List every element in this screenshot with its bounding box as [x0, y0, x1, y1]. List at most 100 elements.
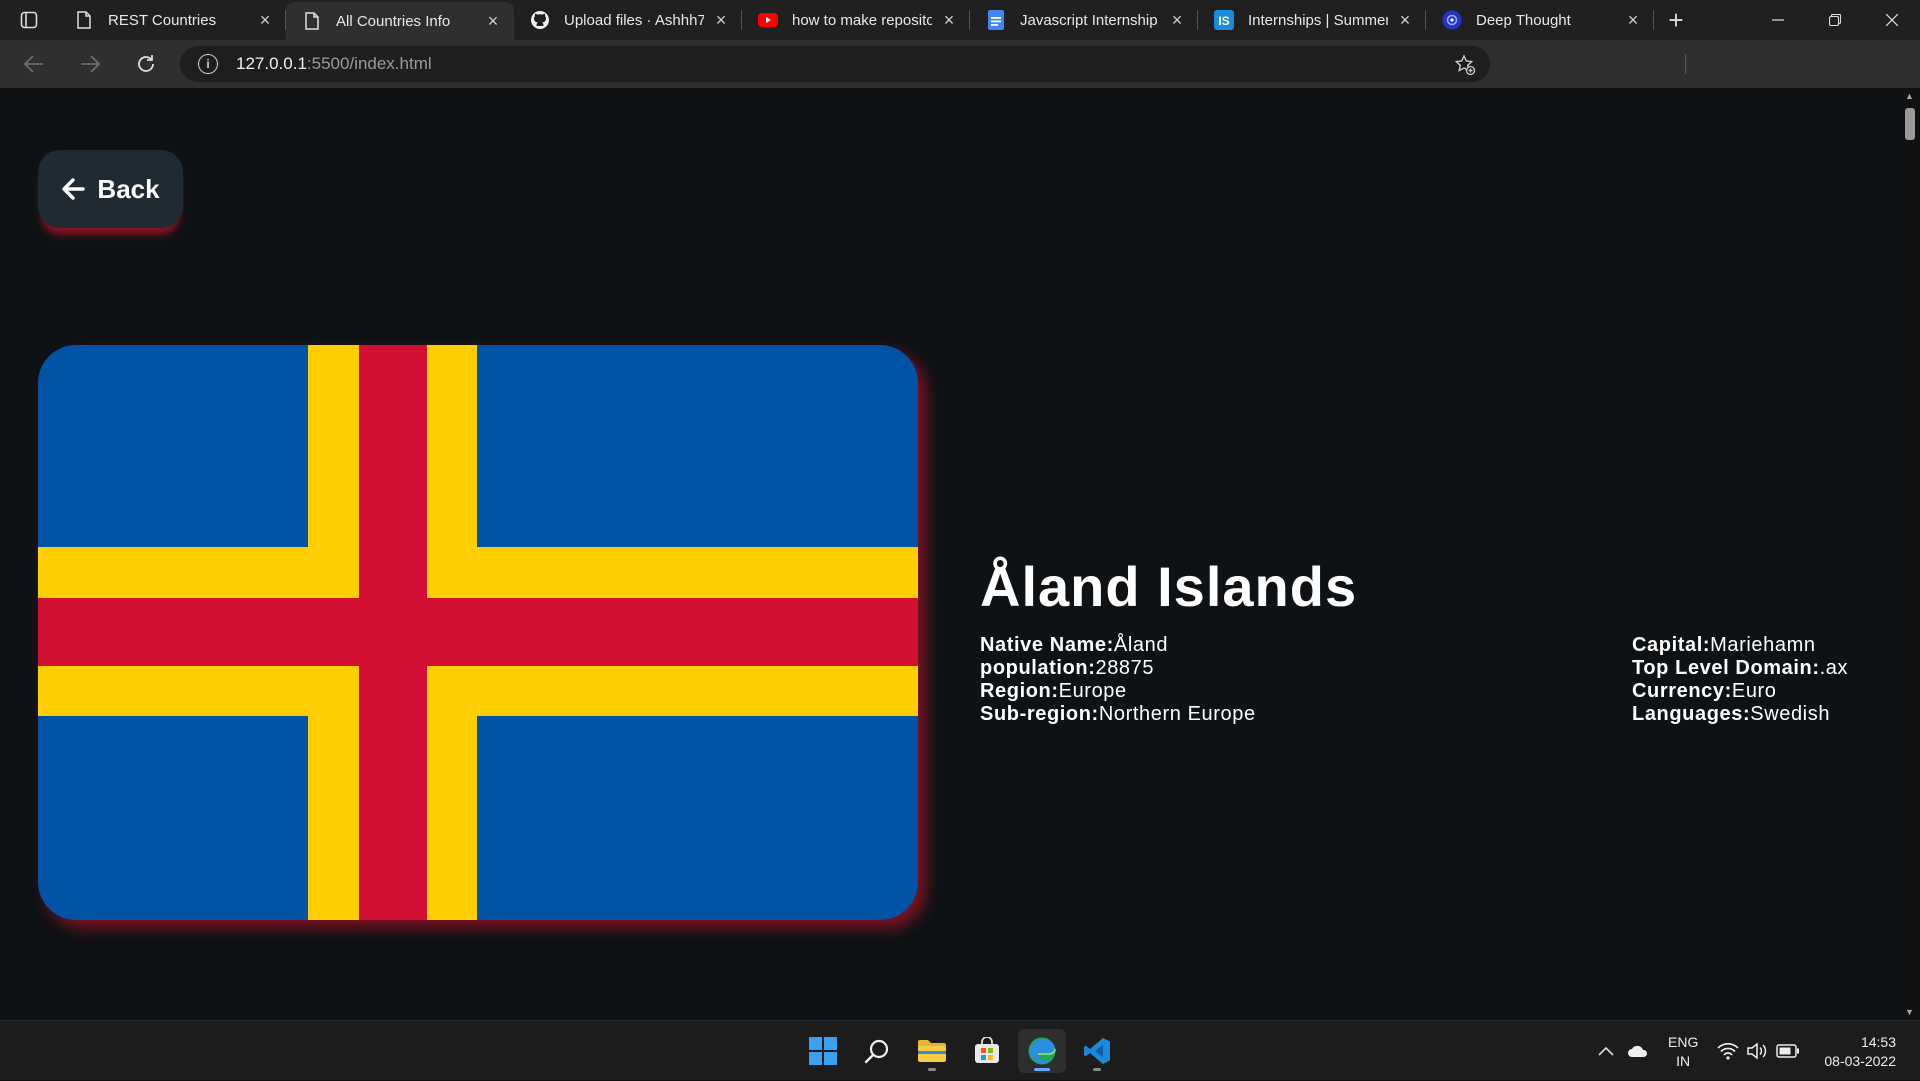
close-tab-icon[interactable]: × — [1396, 10, 1414, 30]
deep-thought-icon — [1442, 10, 1462, 30]
vscode-icon — [1084, 1038, 1110, 1064]
tab-rest-countries[interactable]: REST Countries × — [58, 0, 286, 40]
detail-region: Region:Europe — [980, 680, 1127, 702]
edge-button[interactable] — [1018, 1029, 1066, 1073]
toolbar-separator — [1685, 54, 1686, 74]
tab-title: Internships | Summer — [1248, 11, 1388, 29]
url-host: 127.0.0.1 — [236, 54, 307, 73]
tab-title: All Countries Info — [336, 12, 451, 30]
detail-languages: Languages:Swedish — [1632, 703, 1831, 725]
details-left: Native Name:Åland population:28875 Regio… — [980, 634, 1256, 726]
clock-time: 14:53 — [1860, 1034, 1896, 1050]
tab-all-countries-info[interactable]: All Countries Info × — [286, 2, 514, 40]
minimize-button[interactable] — [1749, 0, 1806, 40]
refresh-icon — [138, 55, 154, 72]
detail-native-name: Native Name:Åland — [980, 634, 1169, 656]
flag-cross-red-horizontal — [38, 598, 918, 666]
detail-top-level-domain: Top Level Domain:.ax — [1632, 657, 1849, 679]
tab-title: Javascript Internship F — [1020, 11, 1160, 29]
scroll-up-icon[interactable]: ▲ — [1905, 91, 1914, 101]
tab-youtube[interactable]: how to make repository × — [742, 0, 970, 40]
store-icon — [975, 1037, 999, 1063]
detail-population: population:28875 — [980, 657, 1155, 679]
back-button[interactable]: Back — [38, 150, 183, 228]
running-indicator — [1034, 1068, 1050, 1071]
tab-actions-icon — [20, 11, 38, 29]
refresh-button[interactable] — [118, 40, 174, 88]
close-tab-icon[interactable]: × — [1168, 10, 1186, 30]
tab-actions-button[interactable] — [0, 0, 58, 40]
back-nav-button[interactable] — [6, 40, 62, 88]
svg-text:IS: IS — [1218, 14, 1229, 28]
start-button[interactable] — [799, 1029, 847, 1073]
youtube-icon — [758, 10, 778, 30]
new-tab-button[interactable]: + — [1654, 0, 1698, 40]
tab-internships[interactable]: IS Internships | Summer × — [1198, 0, 1426, 40]
language-label: ENG — [1668, 1034, 1699, 1050]
clock[interactable]: 14:53 08-03-2022 — [1824, 1033, 1896, 1071]
scroll-down-icon[interactable]: ▼ — [1905, 1007, 1914, 1017]
arrow-right-icon — [81, 55, 100, 73]
detail-currency: Currency:Euro — [1632, 680, 1777, 702]
detail-capital: Capital:Mariehamn — [1632, 634, 1816, 656]
tab-upload-files[interactable]: Upload files · Ashhh75 × — [514, 0, 742, 40]
tab-title: how to make repository — [792, 11, 932, 29]
scrollbar-thumb[interactable] — [1905, 108, 1915, 140]
search-button[interactable] — [853, 1029, 901, 1073]
volume-icon[interactable] — [1746, 1021, 1768, 1081]
tab-title: Deep Thought — [1476, 11, 1571, 29]
running-indicator — [928, 1068, 936, 1071]
country-name: Åland Islands — [980, 555, 1358, 618]
taskbar: ENG IN 14:53 08-03-2022 — [0, 1020, 1920, 1080]
google-docs-icon — [986, 10, 1006, 30]
running-indicator — [1093, 1068, 1101, 1071]
restore-icon — [1828, 14, 1841, 26]
onedrive-icon[interactable] — [1627, 1021, 1649, 1081]
tab-title: REST Countries — [108, 11, 217, 29]
tab-deep-thought[interactable]: Deep Thought × — [1426, 0, 1654, 40]
country-flag — [38, 345, 918, 920]
tab-strip: REST Countries × All Countries Info × Up… — [0, 0, 1920, 40]
minimize-icon — [1771, 19, 1784, 21]
close-tab-icon[interactable]: × — [940, 10, 958, 30]
battery-icon[interactable] — [1776, 1021, 1800, 1081]
url-path: :5500/index.html — [306, 54, 432, 73]
vscode-button[interactable] — [1073, 1029, 1121, 1073]
site-info-icon[interactable]: i — [198, 54, 218, 74]
close-tab-icon[interactable]: × — [1624, 10, 1642, 30]
folder-icon — [918, 1040, 946, 1062]
chevron-up-icon — [1598, 1046, 1614, 1056]
tab-separator — [1653, 10, 1654, 30]
wifi-icon[interactable] — [1717, 1021, 1739, 1081]
internshala-icon: IS — [1214, 10, 1234, 30]
region-label: IN — [1676, 1053, 1691, 1069]
close-tab-icon[interactable]: × — [712, 10, 730, 30]
back-button-label: Back — [97, 173, 160, 204]
github-icon — [530, 10, 550, 30]
details-right: Capital:Mariehamn Top Level Domain:.ax C… — [1632, 634, 1848, 726]
page-icon — [302, 11, 322, 31]
clock-date: 08-03-2022 — [1824, 1053, 1896, 1069]
search-icon — [864, 1039, 889, 1064]
show-hidden-icons-button[interactable] — [1598, 1021, 1614, 1081]
close-window-button[interactable] — [1863, 0, 1920, 40]
language-indicator[interactable]: ENG IN — [1668, 1033, 1698, 1071]
file-explorer-button[interactable] — [908, 1029, 956, 1073]
edge-icon — [1028, 1037, 1056, 1065]
add-favorite-icon[interactable] — [1454, 54, 1476, 81]
forward-nav-button[interactable] — [62, 40, 118, 88]
restore-button[interactable] — [1806, 0, 1863, 40]
windows-icon — [809, 1037, 837, 1065]
page-content: Back Åland Islands Native Name:Åland pop… — [0, 88, 1900, 1020]
tab-title: Upload files · Ashhh75 — [564, 11, 704, 29]
page-scrollbar[interactable]: ▲ ▼ — [1900, 88, 1920, 1020]
close-icon — [1885, 14, 1898, 26]
page-icon — [74, 10, 94, 30]
window-controls — [1749, 0, 1920, 40]
close-tab-icon[interactable]: × — [484, 11, 502, 31]
detail-sub-region: Sub-region:Northern Europe — [980, 703, 1256, 725]
url-field[interactable]: i 127.0.0.1:5500/index.html — [180, 46, 1490, 82]
tab-javascript-internship[interactable]: Javascript Internship F × — [970, 0, 1198, 40]
close-tab-icon[interactable]: × — [256, 10, 274, 30]
store-button[interactable] — [963, 1029, 1011, 1073]
